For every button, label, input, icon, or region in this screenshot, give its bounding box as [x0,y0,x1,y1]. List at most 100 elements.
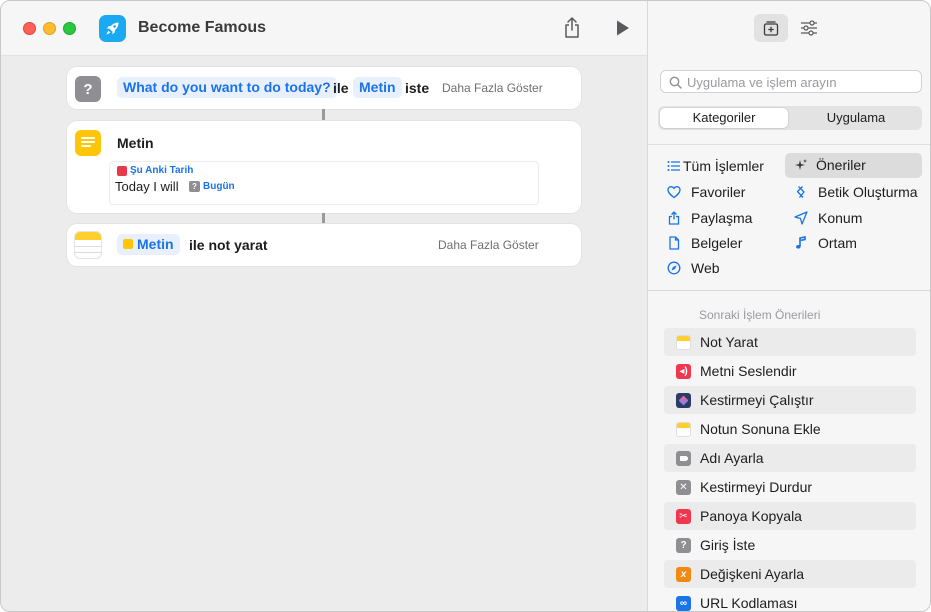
action-search-field[interactable] [660,70,922,93]
category-sharing[interactable]: Paylaşma [667,207,787,229]
prompt-variable[interactable]: What do you want to do today? [117,77,337,98]
category-all-actions[interactable]: Tüm İşlemler [667,155,787,177]
suggestion-label: Panoya Kopyala [700,508,802,524]
category-documents[interactable]: Belgeler [667,232,787,254]
suggestion-label: Notun Sonuna Ekle [700,421,821,437]
link-icon: ∞ [676,596,691,611]
suggestion-url-encode[interactable]: ∞ URL Kodlaması [664,589,916,611]
question-icon: ? [75,76,101,102]
stop-x-icon: ✕ [676,480,691,495]
suggestion-ask-input[interactable]: ? Giriş İste [664,531,916,559]
category-favorites[interactable]: Favoriler [667,181,787,203]
action-connector [322,213,325,224]
music-note-icon [796,236,806,249]
minimize-window-button[interactable] [43,22,56,35]
text-action[interactable]: Metin Şu Anki Tarih Today I will ? Bugün [67,121,581,213]
search-icon [669,76,682,89]
action-text-ile: ile [333,80,349,96]
show-more-link[interactable]: Daha Fazla Göster [442,81,543,95]
compass-icon [667,261,681,275]
input-type-variable[interactable]: Metin [353,77,402,98]
shortcuts-icon [676,393,691,408]
notes-mini-icon [123,239,133,249]
divider [648,144,930,145]
create-note-text: ile not yarat [189,237,268,253]
zoom-window-button[interactable] [63,22,76,35]
suggestion-speak-text[interactable]: ◂) Metni Seslendir [664,357,916,385]
text-action-icon [75,130,101,156]
location-arrow-icon [794,211,808,225]
suggestions-heading: Sonraki İşlem Önerileri [699,308,821,322]
rocket-icon[interactable] [99,15,126,42]
suggestion-run-shortcut[interactable]: Kestirmeyi Çalıştır [664,386,916,414]
suggestion-label: Giriş İste [700,537,756,553]
suggestion-label: Değişkeni Ayarla [700,566,805,582]
sliders-icon[interactable] [794,14,824,42]
suggestion-set-variable[interactable]: x Değişkeni Ayarla [664,560,916,588]
action-library-sidebar: Kategoriler Uygulama Tüm İşlemler Favori… [647,1,930,611]
tag-icon [676,451,691,466]
scissors-icon: ✂ [676,509,691,524]
category-scripting[interactable]: Betik Oluşturma [794,181,922,203]
shortcut-editor: Become Famous ? What do you want to do t… [1,1,647,611]
shortcuts-window: Become Famous ? What do you want to do t… [0,0,931,612]
segment-apps[interactable]: Uygulama [792,108,920,128]
notes-icon [676,335,691,350]
sparkles-icon [795,159,807,170]
category-web[interactable]: Web [667,257,787,279]
calendar-icon [117,166,127,176]
search-input[interactable] [687,73,915,91]
current-date-variable[interactable]: Şu Anki Tarih [130,165,193,176]
category-label: Tüm İşlemler [683,158,764,174]
category-location[interactable]: Konum [794,207,922,229]
category-label: Öneriler [816,157,866,173]
text-action-title: Metin [117,135,154,151]
ask-for-input-action[interactable]: ? What do you want to do today? ile Meti… [67,67,581,109]
heart-icon [667,186,681,199]
suggestion-create-note[interactable]: Not Yarat [664,328,916,356]
category-suggestions[interactable]: Öneriler [785,153,922,178]
sidebar-toolbar [648,1,930,56]
document-icon [669,236,680,250]
shortcut-title[interactable]: Become Famous [138,19,266,37]
today-variable[interactable]: Bugün [203,181,235,192]
action-library-icon[interactable] [754,14,788,42]
suggestion-append-note[interactable]: Notun Sonuna Ekle [664,415,916,443]
category-label: Favoriler [691,184,746,200]
category-media[interactable]: Ortam [794,232,922,254]
category-label: Betik Oluşturma [818,184,918,200]
segment-categories[interactable]: Kategoriler [660,108,788,128]
category-label: Paylaşma [691,210,753,226]
suggestion-label: Kestirmeyi Durdur [700,479,813,495]
show-more-link[interactable]: Daha Fazla Göster [438,238,539,252]
library-segmented-control: Kategoriler Uygulama [658,106,922,130]
category-label: Konum [818,210,863,226]
script-icon [796,186,805,198]
suggestion-label: Not Yarat [700,334,758,350]
suggestion-label: URL Kodlaması [700,595,798,611]
category-label: Belgeler [691,235,743,251]
question-icon: ? [189,181,200,192]
suggestion-label: Kestirmeyi Çalıştır [700,392,814,408]
question-icon: ? [676,538,691,553]
text-field-content[interactable]: Today I will [115,179,179,194]
title-bar: Become Famous [1,1,647,56]
create-note-action[interactable]: Metin ile not yarat Daha Fazla Göster [67,224,581,266]
suggestion-set-name[interactable]: Adı Ayarla [664,444,916,472]
share-icon [668,211,680,225]
divider [648,290,930,291]
category-label: Ortam [818,235,857,251]
list-icon [667,161,680,171]
share-icon[interactable] [561,16,583,40]
suggestion-stop-shortcut[interactable]: ✕ Kestirmeyi Durdur [664,473,916,501]
close-window-button[interactable] [23,22,36,35]
action-connector [322,109,325,121]
suggestion-copy-clipboard[interactable]: ✂ Panoya Kopyala [664,502,916,530]
notes-icon [676,422,691,437]
notes-icon [74,231,102,259]
action-text-iste: iste [405,80,430,96]
category-label: Web [691,260,720,276]
text-field[interactable]: Şu Anki Tarih Today I will ? Bugün [109,161,539,205]
speaker-icon: ◂) [676,364,691,379]
play-icon[interactable] [615,19,631,37]
